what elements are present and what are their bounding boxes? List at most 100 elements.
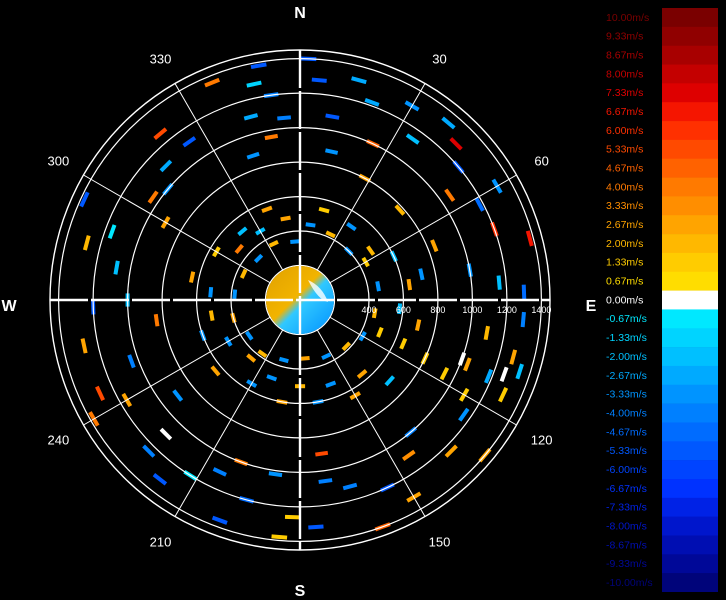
velocity-gate xyxy=(366,245,376,256)
colorbar-swatch xyxy=(662,347,718,367)
velocity-gate xyxy=(315,450,329,457)
velocity-gate xyxy=(172,389,184,402)
colorbar-swatch xyxy=(662,234,718,254)
azimuth-spoke xyxy=(174,83,301,301)
colorbar-label: -2.00m/s xyxy=(606,351,647,363)
colorbar-swatch xyxy=(662,121,718,141)
colorbar-swatch xyxy=(662,460,718,480)
range-label: 1200 xyxy=(497,305,517,315)
colorbar-label: 1.33m/s xyxy=(606,257,643,269)
radar-ppi-display: 400 600 800 1000 1200 1400 30 60 120 150 210 240 30… xyxy=(1,5,596,600)
colorbar-label: -7.33m/s xyxy=(606,502,647,514)
colorbar-label: 0.00m/s xyxy=(606,294,643,306)
cardinal-south-label: S xyxy=(295,583,306,600)
velocity-gate xyxy=(441,116,456,130)
azimuth-label: 30 xyxy=(432,51,446,66)
velocity-gate xyxy=(458,407,470,422)
range-label: 800 xyxy=(430,305,445,315)
velocity-gate xyxy=(268,471,283,478)
velocity-gate xyxy=(290,239,300,244)
colorbar-swatch xyxy=(662,8,718,28)
colorbar-swatch xyxy=(662,290,718,310)
colorbar-label: 6.67m/s xyxy=(606,106,643,118)
colorbar-swatch xyxy=(662,535,718,555)
velocity-gate xyxy=(232,289,238,300)
velocity-gate xyxy=(113,260,120,275)
velocity-gate xyxy=(80,338,88,354)
velocity-gate xyxy=(266,374,278,382)
velocity-gate xyxy=(414,319,422,331)
velocity-gate xyxy=(483,325,490,341)
velocity-gate xyxy=(375,281,381,292)
velocity-gate xyxy=(153,313,160,327)
colorbar-label: 5.33m/s xyxy=(606,144,643,156)
velocity-colorbar: 10.00m/s 9.33m/s 8.67m/s 8.00m/s 7.33m/s 6.67… xyxy=(606,8,718,592)
colorbar-swatch xyxy=(662,102,718,122)
velocity-gate xyxy=(342,482,358,491)
colorbar-swatch xyxy=(662,422,718,442)
velocity-gate xyxy=(444,188,456,202)
azimuth-label: 120 xyxy=(531,433,553,448)
velocity-gate xyxy=(159,159,173,173)
velocity-gate xyxy=(498,387,509,403)
colorbar-swatch xyxy=(662,384,718,404)
velocity-gate xyxy=(95,385,105,401)
azimuth-spoke xyxy=(299,299,517,426)
colorbar-swatch xyxy=(662,403,718,423)
colorbar-label: -6.67m/s xyxy=(606,483,647,495)
velocity-gate xyxy=(261,205,273,213)
colorbar-label: 7.33m/s xyxy=(606,87,643,99)
velocity-gate xyxy=(182,136,197,148)
colorbar-label: 8.67m/s xyxy=(606,49,643,61)
colorbar-swatch xyxy=(662,215,718,235)
velocity-gate xyxy=(208,310,215,321)
colorbar-swatch xyxy=(662,328,718,348)
colorbar-swatch xyxy=(662,64,718,84)
velocity-gate xyxy=(346,222,357,232)
colorbar-label: -1.33m/s xyxy=(606,332,647,344)
velocity-gate xyxy=(204,77,220,88)
velocity-gate xyxy=(402,449,416,461)
velocity-gate xyxy=(300,356,310,361)
velocity-gate xyxy=(253,253,264,264)
azimuth-spoke xyxy=(83,299,301,426)
velocity-gate xyxy=(430,239,439,253)
velocity-gate xyxy=(189,271,196,283)
colorbar-label: -4.00m/s xyxy=(606,407,647,419)
velocity-gate xyxy=(321,352,332,361)
colorbar-label: 2.00m/s xyxy=(606,238,643,250)
velocity-gate xyxy=(280,215,291,222)
colorbar-swatch xyxy=(662,573,718,592)
colorbar-swatch xyxy=(662,196,718,216)
colorbar-label: -10.00m/s xyxy=(606,577,653,589)
velocity-gate xyxy=(244,330,254,341)
colorbar-swatch xyxy=(662,139,718,160)
velocity-gate xyxy=(159,427,173,441)
velocity-gate xyxy=(376,326,384,338)
azimuth-spoke xyxy=(299,299,426,517)
velocity-gate xyxy=(463,357,472,372)
azimuth-label: 300 xyxy=(48,154,70,169)
colorbar-label: -9.33m/s xyxy=(606,558,647,570)
colorbar-label: -6.00m/s xyxy=(606,464,647,476)
colorbar-swatch xyxy=(662,177,718,197)
colorbar-label: -4.67m/s xyxy=(606,426,647,438)
velocity-gate xyxy=(318,478,333,484)
velocity-gate xyxy=(243,113,259,121)
velocity-gate xyxy=(439,366,450,381)
colorbar-swatch xyxy=(662,252,718,273)
colorbar-swatch xyxy=(662,441,718,461)
colorbar-label: 8.00m/s xyxy=(606,68,643,80)
velocity-gate xyxy=(521,284,527,300)
velocity-gate xyxy=(212,467,227,477)
azimuth-label: 330 xyxy=(150,51,172,66)
azimuth-label: 210 xyxy=(150,535,172,550)
velocity-gate xyxy=(246,80,262,88)
velocity-gate xyxy=(127,354,136,369)
velocity-gate xyxy=(318,206,330,214)
colorbar-label: -0.67m/s xyxy=(606,313,647,325)
velocity-gate xyxy=(515,363,524,380)
velocity-gate xyxy=(268,239,279,248)
colorbar-label: 10.00m/s xyxy=(606,12,649,24)
range-label: 400 xyxy=(361,305,376,315)
